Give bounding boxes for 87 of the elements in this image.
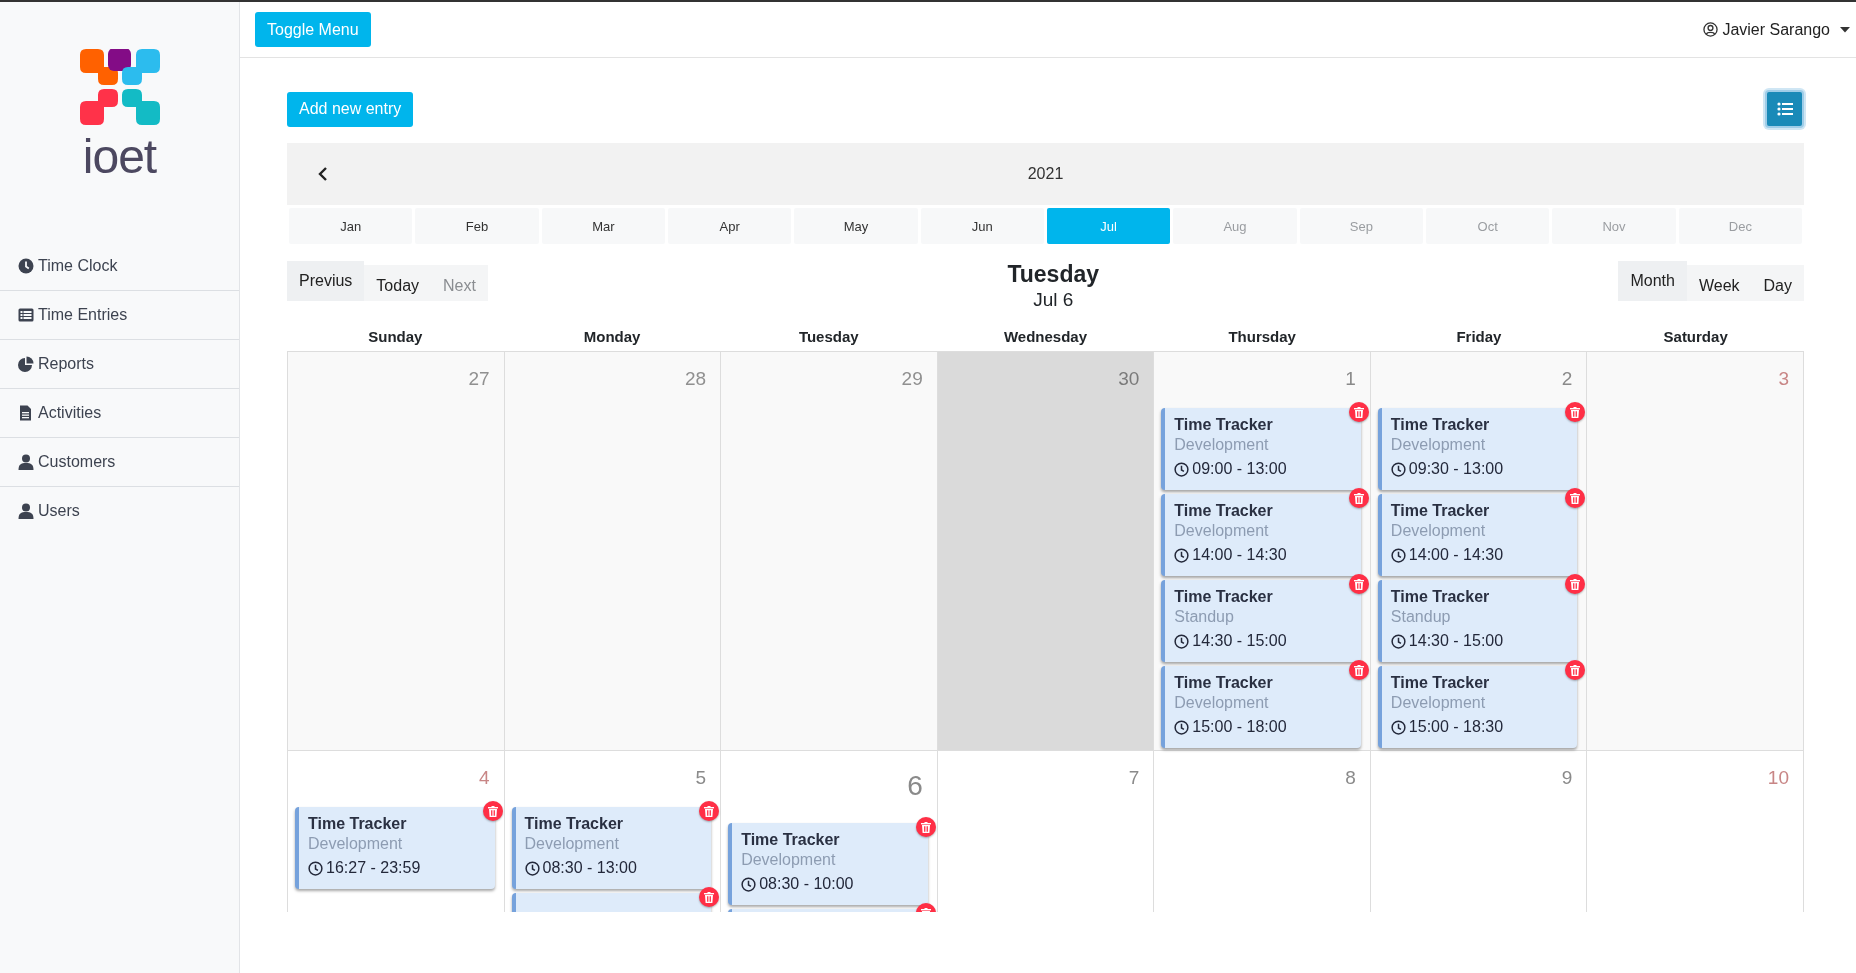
picker-item[interactable]: Mar [541, 208, 665, 244]
entry-activity: Standup [1174, 607, 1235, 627]
day-number: 2 [1561, 367, 1573, 391]
day-number: 8 [1345, 766, 1356, 790]
entry-title: Time Tracker [308, 814, 408, 834]
entry-activity: Development [1390, 521, 1487, 541]
entry-activity: Development [308, 834, 404, 854]
entry-title: Time Tracker [1390, 415, 1491, 435]
entry-title: Time Tracker [1390, 673, 1491, 693]
calendar-view-button[interactable]: Week [1686, 265, 1752, 301]
entry-title: Time Tracker [1174, 501, 1274, 521]
day-number: 27 [468, 367, 490, 391]
day-number: 7 [1128, 766, 1140, 790]
entry-card[interactable]: Time Tracker Development 15:00 - 18:30 [1377, 666, 1578, 748]
day-number: 28 [685, 367, 707, 391]
entry-card[interactable]: Time Tracker Development 08:30 - 10:00 [728, 823, 928, 905]
entry-time: 15:00 - 18:00 [1174, 716, 1351, 738]
entry-activity: Development [1174, 693, 1270, 713]
entry-title: Time Tracker [524, 814, 624, 834]
calendar-date: Jul 6 [1033, 288, 1074, 312]
entry-card[interactable]: Time Tracker Development 14:00 - 14:30 [1161, 494, 1361, 576]
weekday-header: Wednesday [1002, 327, 1089, 347]
user-menu[interactable]: Javier Sarango [1703, 20, 1856, 39]
picker-item[interactable]: Jan [289, 208, 413, 244]
entry-time: 14:00 - 14:30 [1390, 544, 1568, 566]
sidebar-item[interactable]: Activities [0, 389, 239, 438]
entry-card[interactable]: Time Tracker Development 08:30 - 13:00 [511, 807, 712, 889]
weekday-header: Tuesday [797, 327, 860, 347]
sidebar-item[interactable]: Reports [0, 340, 239, 389]
picker-item[interactable]: Jun [920, 208, 1044, 244]
day-number: 10 [1767, 766, 1789, 790]
entry-time: 14:30 - 15:00 [1174, 630, 1351, 652]
picker-item[interactable]: May [794, 208, 918, 244]
day-number: 30 [1118, 367, 1140, 391]
entry-time: 16:27 - 23:59 [308, 857, 485, 879]
day-number: 29 [901, 367, 923, 391]
weekday-header: Monday [582, 327, 642, 347]
entry-card[interactable]: Time Tracker Development 15:00 - 18:00 [1161, 666, 1361, 748]
entry-activity: Development [1174, 435, 1270, 455]
day-number: 9 [1561, 766, 1573, 790]
entry-title: Time Tracker [1390, 501, 1491, 521]
entry-title: Time Tracker [1390, 587, 1491, 607]
day-number: 3 [1778, 367, 1789, 391]
entry-title: Time Tracker [1174, 587, 1274, 607]
day-number: 5 [695, 766, 707, 790]
entry-activity: Development [741, 850, 837, 870]
entry-time: 08:30 - 13:00 [524, 857, 702, 879]
entry-card[interactable]: Time Tracker Development 09:30 - 13:00 [1377, 408, 1578, 490]
entry-activity: Development [1390, 435, 1487, 455]
logo-text: ioet [82, 135, 157, 179]
sidebar-item[interactable]: Customers [0, 438, 239, 487]
entry-activity: Development [1174, 521, 1270, 541]
entry-activity: Standup [1390, 607, 1452, 627]
nav-button[interactable]: Today [364, 265, 432, 301]
entry-title: Time Tracker [741, 830, 841, 850]
sidebar-item[interactable]: Users [0, 487, 239, 535]
entry-card[interactable]: Time Tracker Development 14:00 - 14:30 [1377, 494, 1578, 576]
entry-card[interactable]: Time Tracker Standup 14:30 - 15:00 [1377, 580, 1578, 662]
day-number: 6 [907, 769, 923, 803]
entry-activity: Development [1390, 693, 1487, 713]
nav-button[interactable]: Previus [287, 261, 365, 301]
entry-card[interactable]: Time Tracker Development 16:27 - 23:59 [295, 807, 495, 889]
calendar-view-button[interactable]: Day [1751, 265, 1804, 301]
entry-activity: Development [524, 834, 620, 854]
sidebar-item[interactable]: Time Clock [0, 242, 239, 291]
day-number: 4 [479, 766, 490, 790]
weekday-header: Friday [1455, 327, 1503, 347]
calendar-view-button[interactable]: Month [1618, 261, 1687, 301]
calendar-title: Tuesday [1007, 261, 1099, 287]
entry-card[interactable]: Time Tracker Standup 14:30 - 15:00 [1161, 580, 1361, 662]
picker-item[interactable]: Feb [415, 208, 539, 244]
year-label: 2021 [1027, 165, 1064, 183]
sidebar-item[interactable]: Time Entries [0, 291, 239, 340]
weekday-header: Saturday [1662, 327, 1729, 347]
weekday-header: Thursday [1227, 327, 1297, 347]
entry-time: 14:30 - 15:00 [1390, 630, 1568, 652]
picker-item[interactable]: Apr [668, 208, 792, 244]
weekday-header: Sunday [367, 327, 424, 347]
day-number: 1 [1345, 367, 1356, 391]
entry-time: 15:00 - 18:30 [1390, 716, 1568, 738]
entry-time: 09:30 - 13:00 [1390, 458, 1568, 480]
entry-time: 14:00 - 14:30 [1174, 544, 1351, 566]
entry-title: Time Tracker [1174, 415, 1274, 435]
entry-card[interactable]: Time Tracker Development 09:00 - 13:00 [1161, 408, 1361, 490]
entry-time: 09:00 - 13:00 [1174, 458, 1351, 480]
entry-title: Time Tracker [1174, 673, 1274, 693]
entry-time: 08:30 - 10:00 [741, 873, 918, 895]
